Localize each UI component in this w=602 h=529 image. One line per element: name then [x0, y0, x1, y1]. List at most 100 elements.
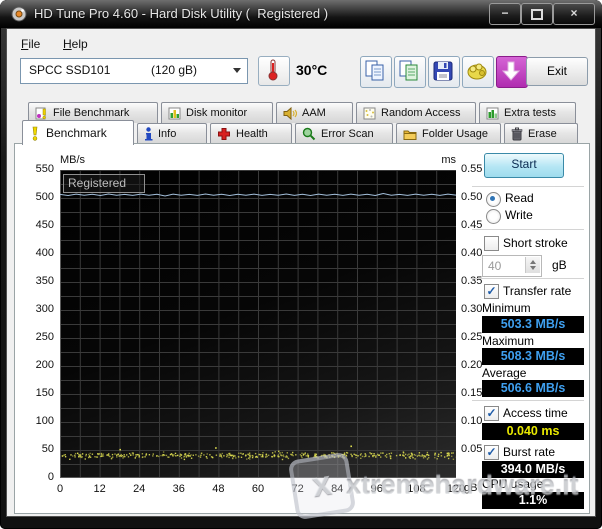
- app-window: HD Tune Pro 4.60 - Hard Disk Utility ( R…: [0, 0, 602, 529]
- axis-tick-label: 0.55: [461, 163, 483, 175]
- tab-error-scan[interactable]: Error Scan: [295, 123, 393, 144]
- axis-tick-label: 0.50: [461, 191, 483, 203]
- copy-icon: [365, 60, 384, 81]
- temperature-button[interactable]: [258, 56, 290, 86]
- minimum-value: 503.3 MB/s: [482, 316, 584, 333]
- drive-model: SPCC SSD101: [29, 63, 111, 77]
- registered-overlay: Registered: [63, 174, 145, 193]
- check-icon: ✓: [486, 406, 497, 420]
- menu-help[interactable]: Help: [56, 34, 95, 54]
- app-icon: [11, 6, 27, 22]
- close-icon: ×: [570, 6, 578, 20]
- tab-aam[interactable]: AAM: [276, 102, 353, 123]
- axis-tick-label: 108: [407, 483, 426, 495]
- cpu-usage-value: 1.1%: [482, 492, 584, 509]
- capacity-spinner[interactable]: 40: [482, 255, 542, 277]
- check-icon: ✓: [486, 445, 497, 459]
- axis-tick-label: 500: [35, 191, 54, 203]
- read-radio[interactable]: [486, 192, 501, 207]
- start-button[interactable]: Start: [484, 153, 564, 178]
- spinner-up-icon[interactable]: [530, 260, 536, 264]
- axis-tick-label: 100: [35, 415, 54, 427]
- update-button[interactable]: [496, 56, 528, 88]
- copy-button[interactable]: [360, 56, 392, 88]
- axis-tick-label: 50: [41, 443, 54, 455]
- tab-label: AAM: [302, 107, 326, 119]
- check-icon: ✓: [486, 284, 497, 298]
- speaker-icon: [283, 106, 297, 120]
- copy-results-button[interactable]: [394, 56, 426, 88]
- transfer-rate-checkbox[interactable]: ✓: [484, 284, 499, 299]
- access-time-value: 0.040 ms: [482, 423, 584, 440]
- axis-tick-label: 24: [133, 483, 146, 495]
- axis-tick-label: 0.10: [461, 415, 483, 427]
- short-stroke-checkbox[interactable]: [484, 236, 499, 251]
- radio-selected-dot: [490, 196, 495, 201]
- tab-folder-usage[interactable]: Folder Usage: [396, 123, 501, 144]
- axis-tick-label: 0.35: [461, 275, 483, 287]
- short-stroke-label: Short stroke: [503, 236, 568, 250]
- start-label: Start: [511, 157, 537, 171]
- access-time-label: Access time: [503, 406, 568, 420]
- maximize-button[interactable]: [521, 3, 553, 25]
- tab-health[interactable]: Health: [210, 123, 292, 144]
- burst-rate-label: Burst rate: [503, 445, 556, 459]
- tab-label: Random Access: [381, 107, 461, 119]
- axis-tick-label: 150: [35, 387, 54, 399]
- average-label: Average: [482, 366, 527, 380]
- tab-label: Health: [236, 128, 268, 140]
- axis-tick-label: 400: [35, 247, 54, 259]
- tab-benchmark[interactable]: Benchmark: [22, 120, 134, 145]
- axis-tick-label: 60: [251, 483, 265, 495]
- options-button[interactable]: [462, 56, 494, 88]
- close-button[interactable]: ×: [553, 3, 595, 25]
- tab-random-access[interactable]: Random Access: [356, 102, 476, 123]
- tab-label: Info: [158, 128, 177, 140]
- maximum-label: Maximum: [482, 334, 535, 348]
- separator: [472, 186, 584, 187]
- axis-tick-label: 450: [35, 219, 54, 231]
- save-icon: [433, 61, 453, 81]
- tab-label: Disk monitor: [186, 107, 248, 119]
- axis-tick-label: 0.30: [461, 303, 483, 315]
- drive-select-dropdown[interactable]: SPCC SSD101 (120 gB): [20, 58, 248, 84]
- arrow-down-icon: [501, 61, 521, 81]
- axis-tick-label: 250: [35, 331, 54, 343]
- minimize-button[interactable]: −: [489, 3, 521, 25]
- tab-extra-tests[interactable]: Extra tests: [479, 102, 576, 123]
- benchmark-icon: [32, 126, 38, 141]
- burst-rate-checkbox[interactable]: ✓: [484, 445, 499, 460]
- axis-tick-label: 96: [370, 483, 383, 495]
- extra-tests-icon: [486, 107, 499, 119]
- save-button[interactable]: [428, 56, 460, 88]
- maximize-icon: [531, 9, 543, 20]
- tab-info[interactable]: Info: [137, 123, 207, 144]
- axis-tick-label: 0: [47, 471, 54, 483]
- access-time-checkbox[interactable]: ✓: [484, 406, 499, 421]
- axis-tick-label: 84: [331, 483, 344, 495]
- title-bar[interactable]: HD Tune Pro 4.60 - Hard Disk Utility ( R…: [0, 0, 602, 28]
- spinner-down-icon[interactable]: [530, 266, 536, 270]
- exit-button[interactable]: Exit: [526, 57, 588, 86]
- axis-tick-label: 300: [35, 303, 54, 315]
- write-radio[interactable]: [486, 209, 501, 224]
- drive-capacity: (120 gB): [151, 63, 198, 77]
- axis-tick-label: 0.20: [461, 359, 483, 371]
- temperature-value: 30°C: [296, 62, 328, 78]
- tab-disk-monitor[interactable]: Disk monitor: [161, 102, 273, 123]
- spinner-arrows[interactable]: [525, 257, 540, 273]
- average-value: 506.6 MB/s: [482, 380, 584, 397]
- chevron-down-icon: [233, 68, 241, 73]
- folder-icon: [403, 130, 417, 140]
- tab-label: Error Scan: [321, 128, 374, 140]
- axis-tick-label: 0.05: [461, 443, 483, 455]
- axis-tick-label: 36: [172, 483, 185, 495]
- window-title: HD Tune Pro 4.60 - Hard Disk Utility ( R…: [34, 6, 329, 21]
- menu-file[interactable]: File: [14, 34, 47, 54]
- separator: [472, 278, 584, 279]
- x-axis-unit: gB: [464, 482, 478, 494]
- tab-erase[interactable]: Erase: [504, 123, 578, 144]
- minimize-icon: −: [501, 6, 509, 20]
- read-label: Read: [505, 191, 534, 205]
- write-label: Write: [505, 208, 533, 222]
